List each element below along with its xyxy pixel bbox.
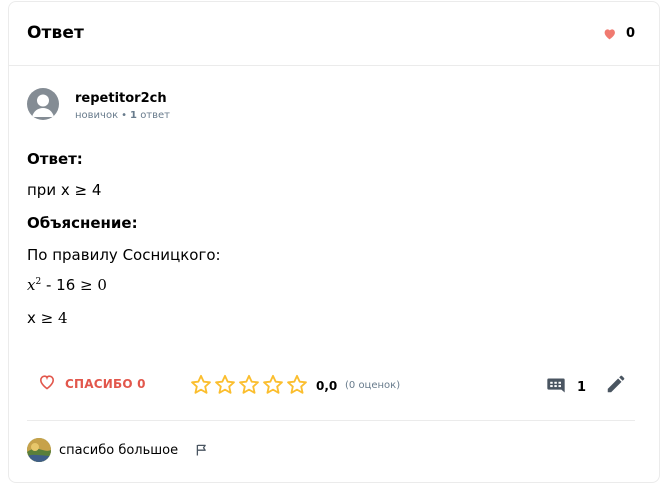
author-username[interactable]: repetitor2ch — [75, 91, 167, 106]
heart-icon[interactable] — [603, 28, 616, 40]
thanks-label: СПАСИБО 0 — [65, 376, 146, 391]
formula-1-rest: - 16 — [41, 276, 81, 294]
formula-2-rel: ≥ 4 — [40, 309, 68, 327]
like-control[interactable]: 0 — [603, 26, 635, 41]
edit-pencil-icon[interactable] — [605, 373, 627, 399]
star-icon[interactable] — [262, 374, 284, 399]
author-rank: новичок — [75, 110, 119, 121]
formula-2: x ≥ 4 — [27, 309, 68, 327]
formula-1: x2 - 16 ≥ 0 — [27, 276, 107, 294]
answer-header: Ответ 0 — [9, 2, 659, 66]
star-icon[interactable] — [190, 374, 212, 399]
author-meta: новичок • 1 ответ — [75, 110, 171, 121]
answer-title: Ответ — [27, 23, 84, 43]
comments-button[interactable]: 1 — [546, 376, 586, 399]
rating-value: 0,0 — [316, 379, 338, 393]
star-icon[interactable] — [238, 374, 260, 399]
explanation-label: Объяснение: — [27, 214, 138, 232]
rating-stars[interactable] — [190, 374, 308, 399]
answer-actions: СПАСИБО 0 0,0 (0 оценок) 1 — [9, 372, 659, 402]
star-icon[interactable] — [286, 374, 308, 399]
heart-outline-icon — [38, 374, 56, 393]
formula-2-var: x — [27, 309, 41, 327]
answer-card: Ответ 0 repetitor2ch новичок • 1 ответ Отв… — [8, 1, 660, 483]
answer-label: Ответ: — [27, 150, 83, 168]
comment-icon — [546, 376, 566, 399]
author-avatar[interactable] — [27, 88, 59, 120]
flag-icon[interactable] — [196, 444, 207, 456]
likes-count: 0 — [625, 26, 635, 41]
author-answers-word: ответ — [140, 110, 171, 121]
votes-count: (0 оценок) — [345, 380, 401, 391]
formula-1-rel: ≥ 0 — [80, 276, 107, 294]
commenter-avatar[interactable] — [27, 438, 51, 462]
thanks-button[interactable]: СПАСИБО 0 — [38, 374, 146, 393]
star-icon[interactable] — [214, 374, 236, 399]
author-answers-count: 1 — [130, 110, 137, 121]
comment-item: спасибо большое — [27, 438, 207, 462]
comment-text: спасибо большое — [59, 442, 179, 458]
answer-text: при x ≥ 4 — [27, 181, 102, 199]
comments-count: 1 — [577, 380, 587, 395]
comments-divider — [27, 420, 635, 421]
explanation-text: По правилу Сосницкого: — [27, 246, 221, 264]
